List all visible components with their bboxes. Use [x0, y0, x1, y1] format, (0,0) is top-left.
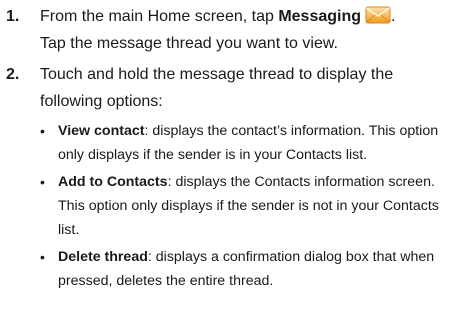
option-line-1: Delete thread: displays a confirmation d…: [58, 245, 465, 269]
option-view-contact: • View contact: displays the contact’s i…: [40, 119, 465, 167]
step-1-line-1: From the main Home screen, tap Messaging…: [40, 3, 466, 30]
option-label: View contact: [58, 123, 145, 139]
option-label: Delete thread: [58, 249, 148, 265]
option-add-to-contacts: • Add to Contacts: displays the Contacts…: [40, 170, 465, 242]
option-line-2: only displays if the sender is in your C…: [58, 147, 368, 163]
option-line-1: View contact: displays the contact’s inf…: [58, 119, 465, 143]
step-1-text-before: From the main Home screen, tap: [40, 8, 279, 25]
step-1-text-after: .: [391, 8, 396, 25]
step-2-line-2: following options:: [40, 93, 163, 110]
step-2-body: Touch and hold the message thread to dis…: [40, 61, 466, 115]
option-delete-thread: • Delete thread: displays a confirmation…: [40, 245, 465, 293]
instruction-page: 1. From the main Home screen, tap Messag…: [0, 0, 472, 336]
messaging-label: Messaging: [278, 8, 361, 25]
option-line-2: This option only displays if the sender …: [58, 198, 439, 214]
step-number: 1.: [6, 8, 20, 25]
option-line-1: Add to Contacts: displays the Contacts i…: [58, 170, 465, 194]
option-line-2: pressed, deletes the entire thread.: [58, 273, 274, 289]
messaging-envelope-icon: [365, 5, 391, 25]
bullet-icon: •: [40, 249, 45, 265]
options-list: • View contact: displays the contact’s i…: [40, 119, 465, 296]
option-line-3: list.: [58, 222, 80, 238]
option-text: displays the contact’s information. This…: [148, 123, 439, 139]
bullet-icon: •: [40, 123, 45, 139]
option-label: Add to Contacts: [58, 174, 168, 190]
step-1-line-2: Tap the message thread you want to view.: [40, 35, 338, 52]
option-text: displays the Contacts information screen…: [171, 174, 435, 190]
step-1-body: From the main Home screen, tap Messaging…: [40, 3, 466, 57]
bullet-icon: •: [40, 174, 45, 190]
option-text: displays a confirmation dialog box that …: [151, 249, 435, 265]
step-2-line-1: Touch and hold the message thread to dis…: [40, 66, 394, 83]
step-number: 2.: [6, 66, 20, 83]
